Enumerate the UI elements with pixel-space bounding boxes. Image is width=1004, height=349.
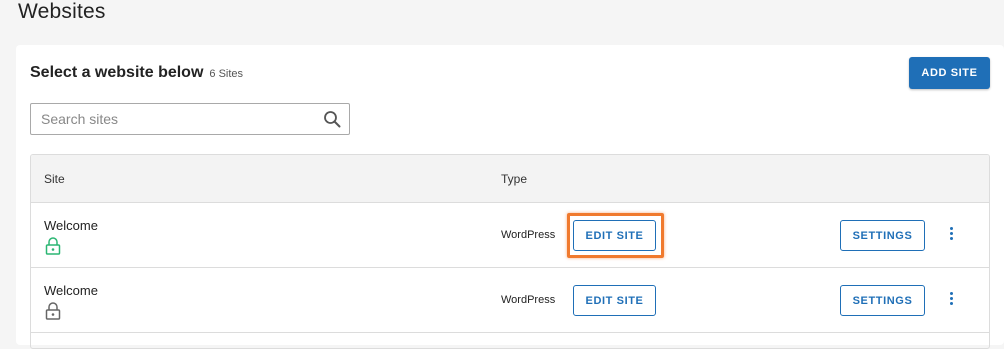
edit-site-button[interactable]: EDIT SITE <box>573 220 656 251</box>
site-name: Welcome <box>44 218 98 233</box>
settings-button[interactable]: SETTINGS <box>840 220 925 251</box>
site-count: 6 Sites <box>209 68 244 80</box>
search-icon[interactable] <box>323 110 341 128</box>
settings-button[interactable]: SETTINGS <box>840 285 925 316</box>
sites-table: Site Type Welcome WordPress EDIT SITE SE… <box>30 154 990 349</box>
lock-icon <box>45 237 61 255</box>
site-type: WordPress <box>501 294 556 306</box>
websites-card: Select a website below 6 Sites ADD SITE S… <box>16 45 1004 349</box>
site-name: Welcome <box>44 283 98 298</box>
table-row: Welcome WordPress EDIT SITE SETTINGS <box>31 268 989 333</box>
column-header-site: Site <box>44 172 65 186</box>
table-header: Site Type <box>31 155 989 203</box>
card-heading-text: Select a website below <box>30 64 204 81</box>
more-options-icon[interactable] <box>941 225 961 247</box>
edit-site-button[interactable]: EDIT SITE <box>573 285 656 316</box>
search-field <box>30 103 350 135</box>
add-site-button[interactable]: ADD SITE <box>909 57 990 89</box>
more-options-icon[interactable] <box>941 290 961 312</box>
column-header-type: Type <box>501 172 528 186</box>
lock-icon <box>45 302 61 320</box>
search-input[interactable] <box>31 104 316 134</box>
page-title: Websites <box>18 0 106 23</box>
card-heading: Select a website below 6 Sites <box>30 64 243 82</box>
table-row: Welcome WordPress EDIT SITE SETTINGS <box>31 203 989 268</box>
site-type: WordPress <box>501 229 556 241</box>
